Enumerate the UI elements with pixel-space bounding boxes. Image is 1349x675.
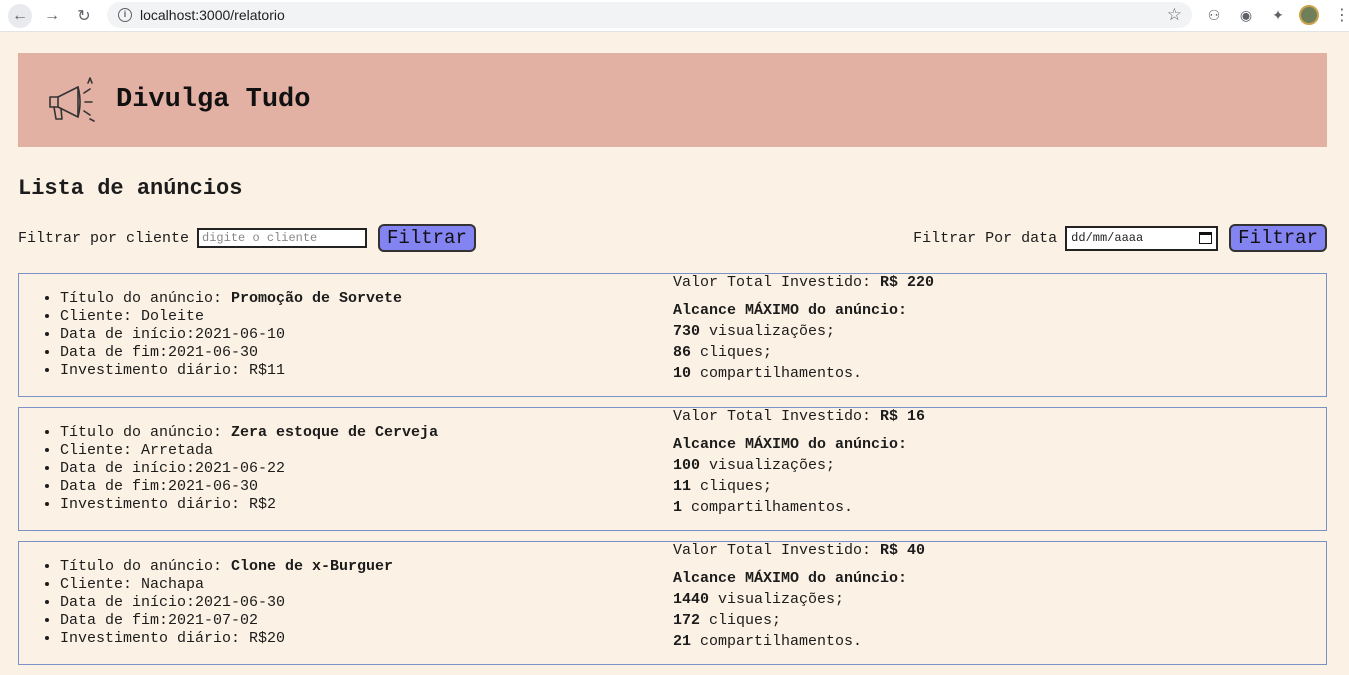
client-search-placeholder: digite o cliente — [202, 231, 318, 245]
ad-details-list: Título do anúncio: Promoção de Sorvete C… — [37, 290, 402, 380]
page-title: Lista de anúncios — [18, 176, 243, 201]
ad-start-date: 2021-06-22 — [195, 460, 286, 477]
ad-end-item: Data de fim:2021-06-30 — [60, 478, 438, 496]
ad-client-item: Cliente: Nachapa — [60, 576, 393, 594]
ad-reach-title: Alcance MÁXIMO do anúncio: — [673, 570, 908, 587]
ad-end-item: Data de fim:2021-06-30 — [60, 344, 402, 362]
ad-shares: 10 compartilhamentos. — [673, 365, 863, 382]
site-info-icon[interactable]: i — [118, 8, 132, 22]
ad-details-list: Título do anúncio: Clone de x-Burguer Cl… — [37, 558, 393, 648]
bookmark-star-icon[interactable]: ☆ — [1167, 5, 1182, 25]
ad-end-date: 2021-07-02 — [168, 612, 259, 629]
client-search-input[interactable]: digite o cliente — [197, 228, 368, 248]
ad-start-date: 2021-06-30 — [195, 594, 286, 611]
browser-toolbar: ← → ↻ i localhost:3000/relatorio ☆ ⚇ ◉ ✦… — [0, 0, 1349, 32]
ad-clicks: 86 cliques; — [673, 344, 773, 361]
ad-total-invested: Valor Total Investido: R$ 40 — [673, 542, 926, 559]
ad-card: Título do anúncio: Zera estoque de Cerve… — [18, 407, 1327, 531]
ad-title-item: Título do anúncio: Clone de x-Burguer — [60, 558, 393, 576]
extension-ghost-icon[interactable]: ⚇ — [1204, 5, 1224, 25]
ad-daily-investment: R$11 — [249, 362, 286, 379]
profile-avatar[interactable] — [1299, 5, 1319, 25]
ad-title-item: Título do anúncio: Zera estoque de Cerve… — [60, 424, 438, 442]
ad-daily-item: Investimento diário: R$11 — [60, 362, 402, 380]
extensions-puzzle-icon[interactable]: ✦ — [1268, 5, 1288, 25]
ad-shares: 21 compartilhamentos. — [673, 633, 863, 650]
ad-client-item: Cliente: Doleite — [60, 308, 402, 326]
ad-start-item: Data de início:2021-06-10 — [60, 326, 402, 344]
client-filter-button[interactable]: Filtrar — [378, 224, 476, 252]
calendar-icon[interactable] — [1199, 232, 1213, 244]
ad-end-date: 2021-06-30 — [168, 344, 259, 361]
ad-title: Zera estoque de Cerveja — [231, 424, 439, 441]
ad-reach-title: Alcance MÁXIMO do anúncio: — [673, 436, 908, 453]
date-filter-button[interactable]: Filtrar — [1229, 224, 1327, 252]
back-icon[interactable]: ← — [8, 3, 32, 28]
ad-total-invested: Valor Total Investido: R$ 16 — [673, 408, 926, 425]
ad-views: 1440 visualizações; — [673, 591, 845, 608]
megaphone-icon — [49, 77, 95, 122]
ad-daily-item: Investimento diário: R$2 — [60, 496, 438, 514]
client-filter-label: Filtrar por cliente — [18, 229, 190, 247]
ad-title-item: Título do anúncio: Promoção de Sorvete — [60, 290, 402, 308]
ad-start-item: Data de início:2021-06-22 — [60, 460, 438, 478]
ad-shares: 1 compartilhamentos. — [673, 499, 854, 516]
ad-client-item: Cliente: Arretada — [60, 442, 438, 460]
ad-client: Arretada — [141, 442, 214, 459]
ad-clicks: 172 cliques; — [673, 612, 782, 629]
extension-film-icon[interactable]: ◉ — [1236, 5, 1256, 25]
ad-details-list: Título do anúncio: Zera estoque de Cerve… — [37, 424, 438, 514]
date-filter-label: Filtrar Por data — [913, 229, 1058, 247]
ad-client: Nachapa — [141, 576, 205, 593]
ad-start-date: 2021-06-10 — [195, 326, 286, 343]
ad-summary: Valor Total Investido: R$ 220 Alcance MÁ… — [673, 274, 934, 383]
ad-total-invested: Valor Total Investido: R$ 220 — [673, 274, 935, 291]
ad-daily-investment: R$20 — [249, 630, 286, 647]
ad-title: Clone de x-Burguer — [231, 558, 394, 575]
date-filter: Filtrar Por data dd/mm/aaaa Filtrar — [913, 224, 1327, 252]
site-header: Divulga Tudo — [18, 53, 1327, 147]
ad-clicks: 11 cliques; — [673, 478, 773, 495]
ad-card: Título do anúncio: Clone de x-Burguer Cl… — [18, 541, 1327, 665]
ad-summary: Valor Total Investido: R$ 16 Alcance MÁX… — [673, 408, 925, 517]
client-filter: Filtrar por cliente digite o cliente Fil… — [18, 224, 476, 252]
ad-end-date: 2021-06-30 — [168, 478, 259, 495]
ad-title: Promoção de Sorvete — [231, 290, 403, 307]
date-placeholder: dd/mm/aaaa — [1071, 231, 1144, 245]
ad-views: 730 visualizações; — [673, 323, 836, 340]
date-input[interactable]: dd/mm/aaaa — [1065, 225, 1219, 251]
ad-views: 100 visualizações; — [673, 457, 836, 474]
ad-daily-item: Investimento diário: R$20 — [60, 630, 393, 648]
reload-icon[interactable]: ↻ — [72, 4, 96, 28]
forward-icon[interactable]: → — [40, 4, 64, 28]
ad-summary: Valor Total Investido: R$ 40 Alcance MÁX… — [673, 542, 925, 651]
address-bar[interactable]: i localhost:3000/relatorio ☆ — [107, 2, 1192, 28]
brand-name: Divulga Tudo — [116, 85, 311, 115]
ad-daily-investment: R$2 — [249, 496, 277, 513]
ad-end-item: Data de fim:2021-07-02 — [60, 612, 393, 630]
ad-reach-title: Alcance MÁXIMO do anúncio: — [673, 302, 908, 319]
ad-start-item: Data de início:2021-06-30 — [60, 594, 393, 612]
ad-card: Título do anúncio: Promoção de Sorvete C… — [18, 273, 1327, 397]
menu-dots-icon[interactable]: ⋮ — [1332, 5, 1349, 25]
ad-client: Doleite — [141, 308, 205, 325]
url-text: localhost:3000/relatorio — [140, 7, 285, 23]
